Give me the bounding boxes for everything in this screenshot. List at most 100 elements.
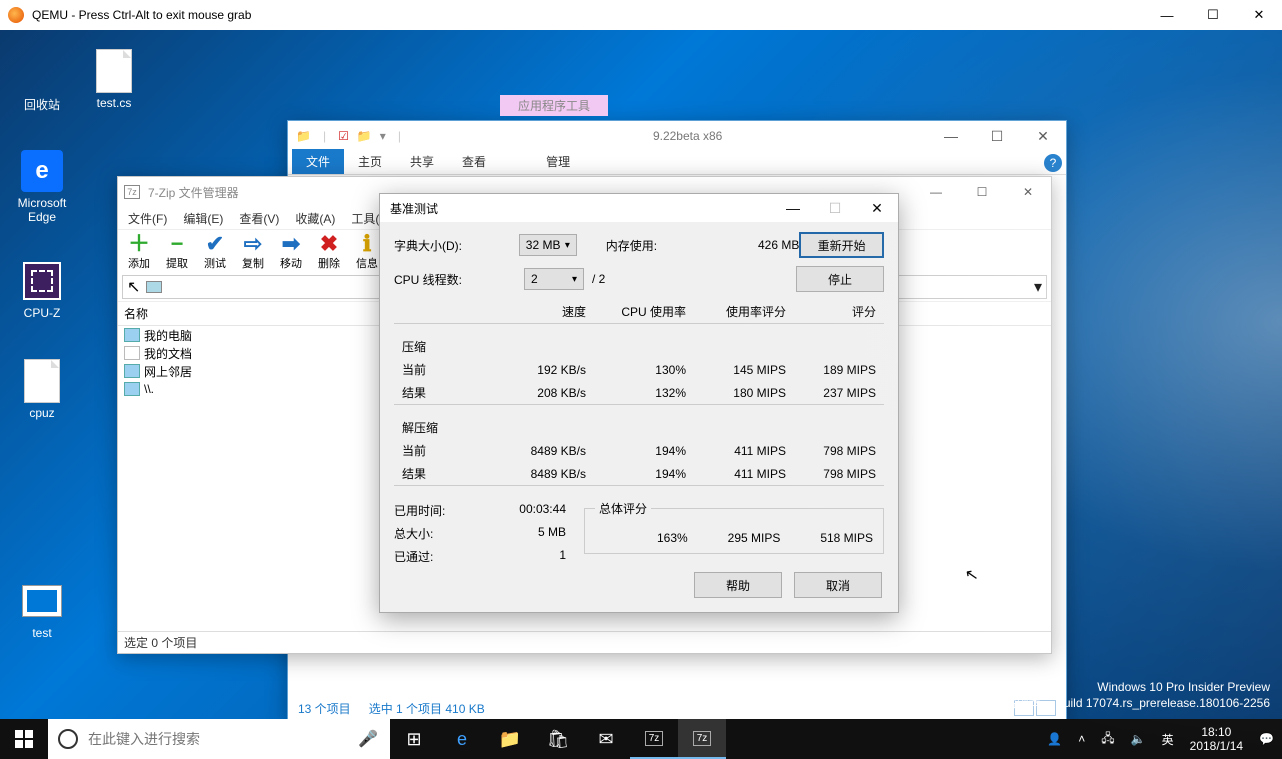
search-input[interactable] (88, 731, 346, 747)
tray-chevron-icon[interactable]: ˄ (1070, 719, 1093, 759)
icon-label: 回收站 (6, 96, 78, 113)
maximize-button[interactable]: ☐ (1190, 0, 1236, 30)
menu-view[interactable]: 查看(V) (233, 208, 285, 229)
cpuz-file-icon[interactable]: cpuz (6, 360, 78, 420)
view-mode-icons (1014, 700, 1056, 716)
cpu-threads-label: CPU 线程数: (394, 271, 524, 288)
benchmark-dialog[interactable]: 基准测试 — ☐ ✕ 字典大小(D): 32 MB 内存使用: 426 MB 重… (379, 193, 899, 613)
close-button[interactable]: ✕ (1005, 177, 1051, 207)
close-button[interactable]: ✕ (1020, 121, 1066, 151)
dict-combo[interactable]: 32 MB (519, 234, 577, 256)
tab-share[interactable]: 共享 (396, 149, 448, 174)
table-row: 结果8489 KB/s194%411 MIPS798 MIPS (394, 462, 884, 486)
explorer-window-controls: — ☐ ✕ (928, 121, 1066, 151)
running-7zip-icon[interactable]: 7z (630, 719, 678, 759)
clock[interactable]: 18:102018/1/14 (1182, 719, 1251, 759)
file-testcs-icon[interactable]: test.cs (78, 50, 150, 110)
minimize-button[interactable]: — (1144, 0, 1190, 30)
close-button[interactable]: ✕ (856, 194, 898, 222)
tb-test[interactable]: ✔测试 (196, 233, 234, 271)
maximize-button[interactable]: ☐ (959, 177, 1005, 207)
tab-manage[interactable]: 管理 (532, 149, 584, 174)
cpu-of-label: / 2 (584, 272, 605, 286)
network-icon[interactable]: 🖧 (1093, 719, 1122, 759)
menu-file[interactable]: 文件(F) (122, 208, 173, 229)
ime-indicator[interactable]: 英 (1154, 719, 1182, 759)
close-button[interactable]: ✕ (1236, 0, 1282, 30)
restart-button[interactable]: 重新开始 (799, 232, 884, 258)
dropdown-icon[interactable]: ▾ (1034, 277, 1042, 297)
contextual-tab-header: 应用程序工具 (500, 95, 608, 116)
quick-access-toolbar: 📁 | ☑ 📁 ▾ | (288, 127, 413, 145)
tb-extract[interactable]: −提取 (158, 233, 196, 271)
stop-button[interactable]: 停止 (796, 266, 884, 292)
drive-icon (146, 281, 162, 293)
tab-view[interactable]: 查看 (448, 149, 500, 174)
explorer-statusbar: 13 个项目 选中 1 个项目 410 KB (288, 697, 1066, 719)
checkbox-icon[interactable]: ☑ (336, 127, 351, 145)
cpu-threads-combo[interactable]: 2 (524, 268, 584, 290)
pinned-edge-icon[interactable]: e (438, 719, 486, 759)
icon-label: CPU-Z (6, 306, 78, 320)
qemu-title: QEMU - Press Ctrl-Alt to exit mouse grab (32, 8, 1144, 22)
folder-icon: 📁 (294, 127, 313, 145)
tab-home[interactable]: 主页 (344, 149, 396, 174)
maximize-button[interactable]: ☐ (974, 121, 1020, 151)
icon-label: test.cs (78, 96, 150, 110)
cpuz-shortcut-icon[interactable]: CPU-Z (6, 260, 78, 320)
overall-rating-group: 总体评分 163% 295 MIPS 518 MIPS (584, 508, 884, 554)
tb-copy[interactable]: ⇨复制 (234, 233, 272, 271)
icon-label: test (6, 626, 78, 640)
taskbar[interactable]: 🎤 ⊞ e 📁 🛍 ✉ 7z 7z 👤 ˄ 🖧 🔈 英 18:102018/1/… (0, 719, 1282, 759)
taskbar-search[interactable]: 🎤 (48, 719, 390, 759)
benchmark-window-controls: — ☐ ✕ (772, 194, 898, 222)
start-button[interactable] (0, 719, 48, 759)
tab-file[interactable]: 文件 (292, 149, 344, 174)
pinned-explorer-icon[interactable]: 📁 (486, 719, 534, 759)
tb-delete[interactable]: ✖删除 (310, 233, 348, 271)
table-row: 当前192 KB/s130%145 MIPS189 MIPS (394, 358, 884, 381)
explorer-ribbon-tabs: 文件 主页 共享 查看 管理 ? (288, 151, 1066, 175)
help-icon[interactable]: ? (1044, 154, 1062, 172)
folder2-icon[interactable]: 📁 (355, 127, 374, 145)
system-tray: 👤 ˄ 🖧 🔈 英 18:102018/1/14 💬 (1039, 719, 1282, 759)
windows-logo-icon (15, 730, 33, 748)
sevenzip-icon: 7z (124, 185, 140, 199)
up-icon[interactable]: ↖ (127, 277, 140, 297)
task-view-icon[interactable]: ⊞ (390, 719, 438, 759)
status-items: 13 个项目 (298, 700, 351, 717)
maximize-button[interactable]: ☐ (814, 194, 856, 222)
people-icon[interactable]: 👤 (1039, 719, 1070, 759)
help-button[interactable]: 帮助 (694, 572, 782, 598)
windows-desktop[interactable]: 回收站 test.cs e Microsoft Edge CPU-Z cpuz … (0, 30, 1282, 759)
minimize-button[interactable]: — (913, 177, 959, 207)
memory-label: 内存使用: (606, 237, 683, 254)
volume-icon[interactable]: 🔈 (1123, 719, 1154, 759)
minimize-button[interactable]: — (928, 121, 974, 151)
cancel-button[interactable]: 取消 (794, 572, 882, 598)
thumbs-view-icon[interactable] (1036, 700, 1056, 716)
qemu-window: QEMU - Press Ctrl-Alt to exit mouse grab… (0, 0, 1282, 759)
details-view-icon[interactable] (1014, 700, 1034, 716)
recycle-bin-icon[interactable]: 回收站 (6, 50, 78, 113)
pinned-mail-icon[interactable]: ✉ (582, 719, 630, 759)
test-shortcut-icon[interactable]: test (6, 580, 78, 640)
memory-value: 426 MB (723, 238, 800, 252)
chevron-icon[interactable]: ▾ (378, 127, 388, 145)
action-center-icon[interactable]: 💬 (1251, 719, 1282, 759)
explorer-titlebar[interactable]: 📁 | ☑ 📁 ▾ | 应用程序工具 9.22beta x86 — ☐ ✕ (288, 121, 1066, 151)
qemu-titlebar[interactable]: QEMU - Press Ctrl-Alt to exit mouse grab… (0, 0, 1282, 30)
qemu-icon (8, 7, 24, 23)
menu-fav[interactable]: 收藏(A) (289, 208, 341, 229)
menu-edit[interactable]: 编辑(E) (177, 208, 229, 229)
table-row: 当前8489 KB/s194%411 MIPS798 MIPS (394, 439, 884, 462)
edge-icon[interactable]: e Microsoft Edge (6, 150, 78, 224)
tb-move[interactable]: ➡移动 (272, 233, 310, 271)
benchmark-titlebar[interactable]: 基准测试 — ☐ ✕ (380, 194, 898, 222)
minimize-button[interactable]: — (772, 194, 814, 222)
pinned-store-icon[interactable]: 🛍 (534, 719, 582, 759)
mic-icon[interactable]: 🎤 (358, 729, 378, 749)
sevenzip-statusbar: 选定 0 个项目 (118, 631, 1051, 653)
running-7zip-bench-icon[interactable]: 7z (678, 719, 726, 759)
tb-add[interactable]: ＋添加 (120, 233, 158, 271)
